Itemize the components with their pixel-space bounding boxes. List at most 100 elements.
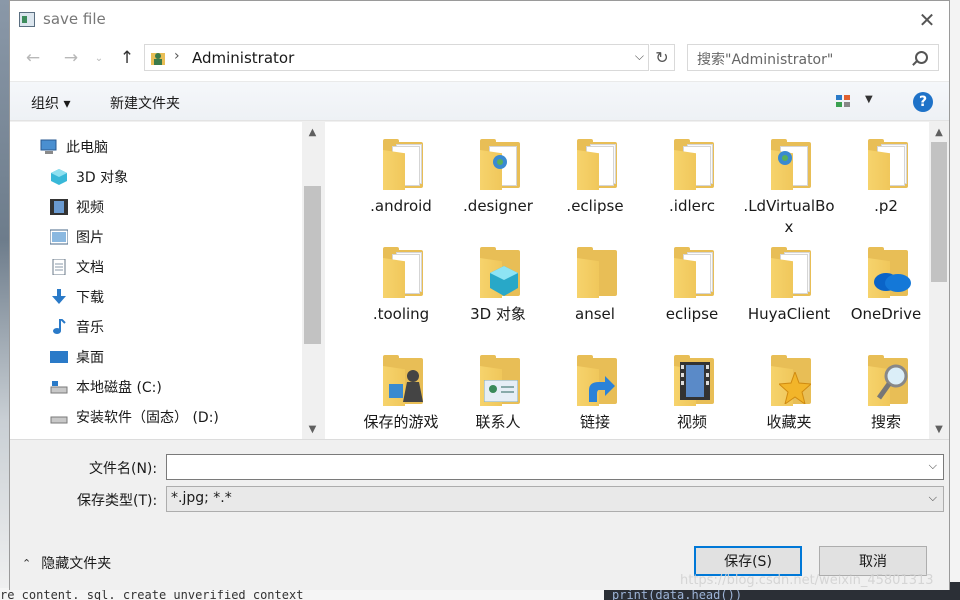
file-item[interactable]: 视频 [644,338,740,439]
file-item[interactable]: OneDrive [838,230,934,338]
file-item[interactable]: eclipse [644,230,740,338]
folder-icon [375,244,427,300]
filename-field[interactable]: ⌵ [166,454,944,480]
sidebar-item-this-pc[interactable]: 此电脑 [40,136,108,158]
scroll-up-icon[interactable]: ▲ [302,122,323,142]
sidebar-item-label: 本地磁盘 (C:) [76,380,162,396]
address-bar[interactable]: › Administrator ⌵ [144,44,649,71]
command-toolbar: 组织 ▾ 新建文件夹 ▼ ? [10,81,949,121]
save-button[interactable]: 保存(S) [694,546,802,576]
search-placeholder: 搜索"Administrator" [697,52,834,68]
file-item[interactable]: .tooling [353,230,449,338]
chevron-down-icon: ⌄ [94,52,104,64]
navigation-pane: 此电脑 3D 对象 视频 图片 文档 下载 音乐 桌面 本地磁盘 (C:) 安装… [10,122,323,439]
file-name: .designer [463,197,533,215]
file-item[interactable]: 联系人 [450,338,546,439]
file-name: 视频 [676,413,707,431]
breadcrumb-administrator[interactable]: Administrator [192,49,294,67]
file-list: .android .designer .eclipse .idlerc .LdV… [325,122,949,439]
favorites-icon [763,352,815,408]
sidebar-item-drive-c[interactable]: 本地磁盘 (C:) [50,376,162,398]
browser-area: 此电脑 3D 对象 视频 图片 文档 下载 音乐 桌面 本地磁盘 (C:) 安装… [10,122,949,439]
cancel-button[interactable]: 取消 [819,546,927,576]
filename-label: 文件名(N): [89,461,158,477]
sidebar-item-label: 桌面 [76,350,104,366]
hide-folders-label: 隐藏文件夹 [41,556,112,572]
file-item[interactable]: .LdVirtualBox [741,122,837,236]
recent-locations-button[interactable]: ⌄ [92,47,106,69]
file-item[interactable]: 保存的游戏 [353,338,449,439]
folder-web-icon [763,136,815,192]
sidebar-item-drive-d[interactable]: 安装软件（固态） (D:) [50,406,219,428]
folder-icon [860,136,912,192]
sidebar-item-label: 视频 [76,200,104,216]
file-list-scrollbar[interactable]: ▲ ▼ [929,122,949,439]
window-icon [19,12,35,27]
saved-games-icon [375,352,427,408]
file-name: .eclipse [566,197,624,215]
help-icon[interactable]: ? [913,92,933,112]
up-button[interactable]: ↑ [116,47,138,69]
sidebar-item-documents[interactable]: 文档 [50,256,104,278]
file-item[interactable]: .eclipse [547,122,643,230]
back-button[interactable]: ← [22,47,44,69]
sidebar-item-desktop[interactable]: 桌面 [50,346,104,368]
file-item[interactable]: 链接 [547,338,643,439]
close-button[interactable]: ✕ [905,1,949,39]
forward-button[interactable]: → [60,47,82,69]
scrollbar-thumb[interactable] [931,142,947,282]
folder-icon [375,136,427,192]
hide-folders-toggle[interactable]: ⌃ 隐藏文件夹 [22,553,111,573]
searches-icon [860,352,912,408]
drive-icon [50,379,68,395]
download-icon [50,289,68,305]
search-input[interactable]: 搜索"Administrator" [687,44,939,71]
navigation-bar: ← → ⌄ ↑ › Administrator ⌵ ↻ 搜索"Administr… [10,39,949,81]
file-item[interactable]: ansel [547,230,643,338]
sidebar-item-downloads[interactable]: 下载 [50,286,104,308]
videos-folder-icon [666,352,718,408]
navigation-scrollbar[interactable]: ▲ ▼ [302,122,323,439]
sidebar-item-music[interactable]: 音乐 [50,316,104,338]
window-title: save file [43,10,106,28]
music-icon [50,318,68,335]
file-item[interactable]: HuyaClient [741,230,837,338]
file-item[interactable]: 3D 对象 [450,230,546,338]
cube-icon [50,169,68,185]
view-dropdown-icon[interactable]: ▼ [865,94,873,105]
file-name: OneDrive [850,305,922,323]
filetype-select[interactable]: *.jpg; *.* ⌵ [166,486,944,512]
scroll-up-icon[interactable]: ▲ [929,122,949,142]
file-name: .p2 [874,197,898,215]
chevron-down-icon[interactable]: ⌵ [929,459,937,473]
file-name: 联系人 [475,413,521,431]
arrow-up-icon: ↑ [119,48,135,68]
scrollbar-thumb[interactable] [304,186,321,344]
file-item[interactable]: .designer [450,122,546,230]
organize-menu[interactable]: 组织 ▾ [31,93,70,113]
scroll-down-icon[interactable]: ▼ [929,419,949,439]
folder-3d-icon [472,244,524,300]
arrow-left-icon: ← [25,48,41,68]
new-folder-button[interactable]: 新建文件夹 [110,93,180,113]
address-dropdown-icon[interactable]: ⌵ [635,49,644,64]
sidebar-item-3d-objects[interactable]: 3D 对象 [50,166,128,188]
contacts-icon [472,352,524,408]
onedrive-folder-icon [860,244,912,300]
sidebar-item-pictures[interactable]: 图片 [49,226,104,248]
file-item[interactable]: .idlerc [644,122,740,230]
folder-icon [569,244,621,300]
desktop-icon [50,349,68,365]
refresh-button[interactable]: ↻ [650,44,675,71]
sidebar-item-label: 安装软件（固态） (D:) [76,410,219,426]
sidebar-item-videos[interactable]: 视频 [50,196,104,218]
file-item[interactable]: 搜索 [838,338,934,439]
view-options-icon[interactable] [836,95,852,109]
drive-icon [50,409,68,425]
file-name: 收藏夹 [766,413,812,431]
file-item[interactable]: 收藏夹 [741,338,837,439]
file-item[interactable]: .p2 [838,122,934,230]
computer-icon [40,139,58,155]
file-item[interactable]: .android [353,122,449,230]
scroll-down-icon[interactable]: ▼ [302,419,323,439]
